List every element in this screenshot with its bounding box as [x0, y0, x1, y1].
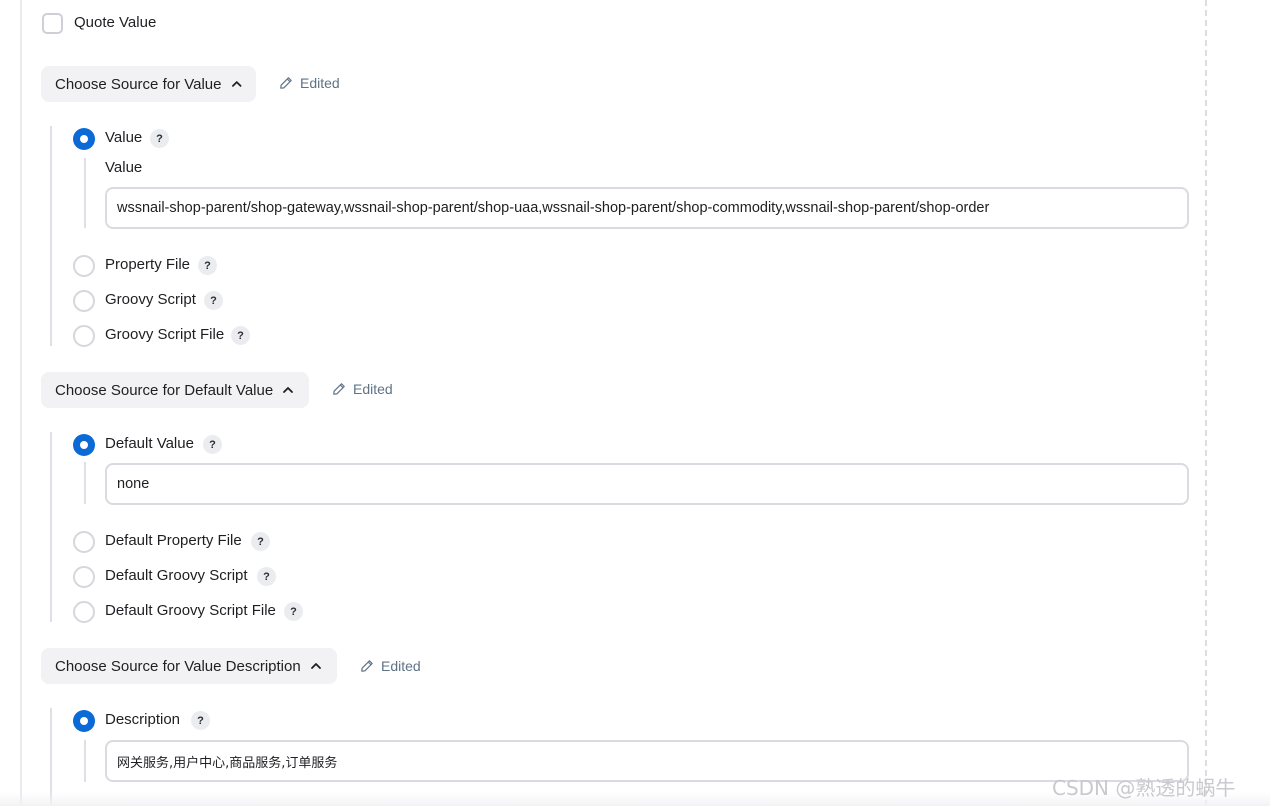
- edited-indicator: Edited: [360, 658, 421, 674]
- pencil-icon: [361, 660, 373, 672]
- section-rule: [50, 432, 52, 622]
- sub-section-rule: [84, 740, 86, 782]
- option-label: Default Property File: [105, 532, 242, 549]
- dropdown-label: Choose Source for Default Value: [55, 381, 274, 399]
- choose-source-value-dropdown[interactable]: Choose Source for Value: [41, 66, 256, 102]
- radio-property-file[interactable]: [73, 255, 95, 277]
- edited-indicator: Edited: [332, 381, 393, 397]
- default-value-input[interactable]: none: [105, 463, 1189, 505]
- edited-label: Edited: [381, 658, 421, 674]
- choose-source-value-description-dropdown[interactable]: Choose Source for Value Description: [41, 648, 337, 684]
- section-rule: [50, 126, 52, 346]
- option-label: Value: [105, 129, 143, 146]
- quote-value-checkbox[interactable]: [42, 13, 63, 34]
- pencil-icon: [280, 77, 292, 89]
- radio-value[interactable]: [73, 128, 95, 150]
- option-label: Description: [105, 711, 181, 728]
- edited-indicator: Edited: [279, 75, 340, 91]
- radio-default-groovy-script[interactable]: [73, 566, 95, 588]
- edited-label: Edited: [300, 75, 340, 91]
- radio-default-groovy-script-file[interactable]: [73, 601, 95, 623]
- help-icon[interactable]: ?: [257, 567, 276, 586]
- edited-label: Edited: [353, 381, 393, 397]
- help-icon[interactable]: ?: [251, 532, 270, 551]
- option-label: Default Groovy Script File: [105, 602, 276, 619]
- choose-source-default-value-dropdown[interactable]: Choose Source for Default Value: [41, 372, 309, 408]
- help-icon[interactable]: ?: [284, 602, 303, 621]
- radio-description[interactable]: [73, 710, 95, 732]
- dropdown-label: Choose Source for Value Description: [55, 657, 301, 675]
- help-icon[interactable]: ?: [191, 711, 210, 730]
- option-label: Default Groovy Script: [105, 567, 248, 584]
- dropdown-label: Choose Source for Value: [55, 75, 222, 93]
- option-label: Property File: [105, 256, 191, 273]
- value-field-label: Value: [105, 159, 143, 176]
- help-icon[interactable]: ?: [198, 256, 217, 275]
- sub-section-rule: [84, 462, 86, 504]
- value-input[interactable]: wssnail-shop-parent/shop-gateway,wssnail…: [105, 187, 1189, 229]
- page-left-border: [20, 0, 22, 806]
- option-label: Groovy Script File: [105, 326, 225, 343]
- help-icon[interactable]: ?: [204, 291, 223, 310]
- quote-value-label: Quote Value: [74, 14, 157, 31]
- description-input[interactable]: 网关服务,用户中心,商品服务,订单服务: [105, 740, 1189, 782]
- radio-default-property-file[interactable]: [73, 531, 95, 553]
- radio-groovy-script-file[interactable]: [73, 325, 95, 347]
- page-right-dashed-border: [1205, 0, 1207, 806]
- radio-default-value[interactable]: [73, 434, 95, 456]
- option-label: Groovy Script: [105, 291, 196, 308]
- pencil-icon: [333, 383, 345, 395]
- chevron-up-icon: [310, 663, 321, 669]
- help-icon[interactable]: ?: [203, 435, 222, 454]
- chevron-up-icon: [283, 387, 294, 393]
- help-icon[interactable]: ?: [150, 129, 169, 148]
- chevron-up-icon: [231, 81, 241, 87]
- radio-groovy-script[interactable]: [73, 290, 95, 312]
- sub-section-rule: [84, 158, 86, 228]
- option-label: Default Value: [105, 435, 194, 452]
- watermark: CSDN @熟透的蜗牛: [1052, 776, 1236, 800]
- help-icon[interactable]: ?: [231, 326, 250, 345]
